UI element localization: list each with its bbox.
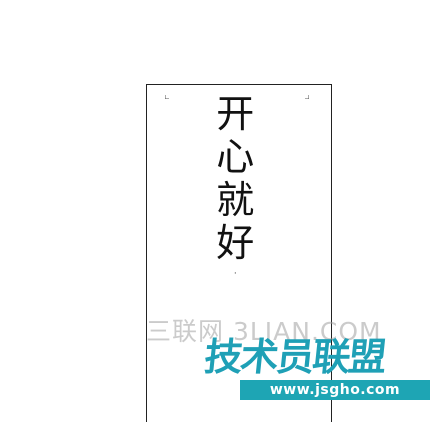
corner-mark-top-left bbox=[165, 95, 169, 99]
corner-mark-top-right bbox=[305, 95, 309, 99]
watermark-url-banner: www.jsgho.com bbox=[240, 380, 430, 400]
end-mark: · bbox=[233, 269, 237, 279]
watermark-brand: 技术员联盟 bbox=[202, 335, 387, 379]
char-1: 开 bbox=[216, 92, 255, 136]
vertical-text-column: 开 心 就 好 · bbox=[216, 92, 255, 280]
char-4: 好 bbox=[216, 221, 255, 265]
char-3: 就 bbox=[216, 178, 255, 222]
char-2: 心 bbox=[216, 135, 255, 179]
